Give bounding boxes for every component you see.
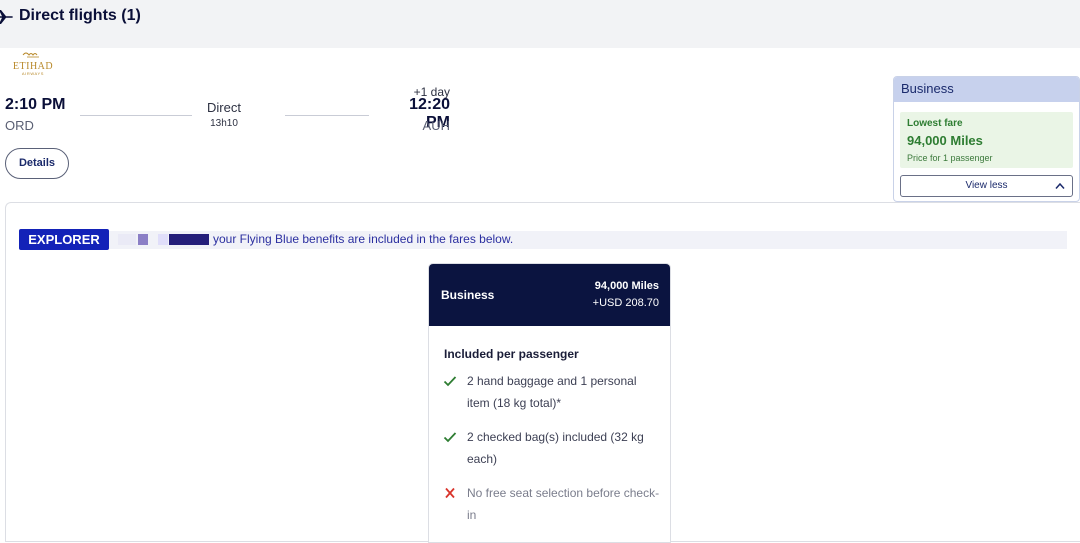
included-title: Included per passenger: [444, 347, 579, 361]
redacted-text: [138, 234, 148, 245]
departure-time: 2:10 PM: [5, 96, 66, 113]
chevron-up-icon: [1055, 182, 1065, 189]
redacted-text: [158, 234, 168, 245]
check-icon: [443, 376, 457, 387]
view-less-label: View less: [965, 180, 1008, 191]
lowest-fare-miles: 94,000 Miles: [907, 133, 983, 148]
plane-icon: [0, 10, 13, 24]
fare-card-header: Business 94,000 Miles +USD 208.70: [429, 264, 670, 326]
lowest-fare-block: Lowest fare 94,000 Miles Price for 1 pas…: [900, 112, 1073, 168]
route-line: [80, 115, 192, 116]
view-less-button[interactable]: View less: [900, 175, 1073, 197]
route-line: [285, 115, 369, 116]
redacted-text: [169, 234, 209, 245]
fare-cash: +USD 208.70: [592, 297, 659, 309]
benefits-text: your Flying Blue benefits are included i…: [213, 232, 514, 246]
section-title: Direct flights (1): [19, 7, 141, 24]
departure-airport: ORD: [5, 118, 34, 133]
arrival-airport: AUH: [422, 118, 450, 133]
airline-logo: ETIHAD AIRWAYS: [13, 52, 53, 76]
tier-badge: EXPLORER: [19, 229, 109, 250]
svg-text:AIRWAYS: AIRWAYS: [22, 71, 44, 76]
details-button[interactable]: Details: [5, 148, 69, 179]
cabin-name: Business: [894, 77, 1079, 102]
lowest-fare-label: Lowest fare: [907, 118, 963, 129]
cabin-fare-summary[interactable]: Business Lowest fare 94,000 Miles Price …: [893, 76, 1080, 202]
fare-feature: 2 hand baggage and 1 personal item (18 k…: [467, 374, 637, 410]
section-header: Direct flights (1): [0, 0, 1080, 48]
fare-feature: No free seat selection before check-in: [467, 486, 660, 522]
cross-icon: [445, 487, 455, 499]
fare-feature: 2 checked bag(s) included (32 kg each): [467, 430, 644, 466]
fare-card-business[interactable]: Business 94,000 Miles +USD 208.70 Includ…: [428, 263, 671, 543]
stop-type: Direct: [207, 100, 241, 115]
flight-duration: 13h10: [210, 118, 238, 129]
check-icon: [443, 432, 457, 443]
fare-cabin: Business: [441, 288, 495, 302]
redacted-text: [118, 234, 136, 245]
price-note: Price for 1 passenger: [907, 153, 993, 163]
fare-miles: 94,000 Miles: [594, 280, 659, 292]
